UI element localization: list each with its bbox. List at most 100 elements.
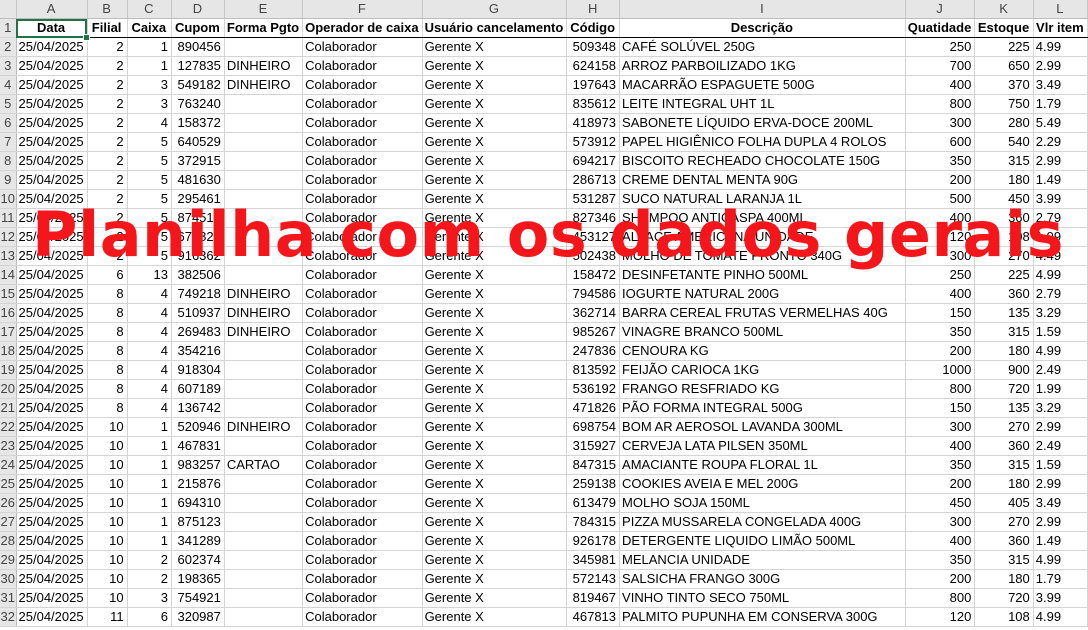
table-cell[interactable]: 4.99 — [1033, 37, 1088, 57]
table-cell[interactable]: 405 — [974, 493, 1034, 513]
row-header[interactable]: 5 — [0, 94, 17, 114]
table-cell[interactable]: Gerente X — [422, 607, 568, 627]
table-cell[interactable]: 4 — [127, 284, 172, 304]
table-cell[interactable]: 4 — [127, 341, 172, 361]
table-cell[interactable]: 400 — [905, 284, 976, 304]
row-header[interactable]: 25 — [0, 474, 17, 494]
table-cell[interactable]: 2 — [87, 75, 128, 95]
table-cell[interactable]: VINHO TINTO SECO 750ML — [619, 588, 906, 608]
table-cell[interactable]: 1000 — [905, 360, 976, 380]
row-header[interactable]: 27 — [0, 512, 17, 532]
table-cell[interactable]: Gerente X — [422, 455, 568, 475]
table-cell[interactable]: 25/04/2025 — [16, 436, 88, 456]
table-cell[interactable]: Gerente X — [422, 493, 568, 513]
table-cell[interactable]: Colaborador — [302, 569, 423, 589]
table-cell[interactable]: 25/04/2025 — [16, 189, 88, 209]
table-cell[interactable]: 918304 — [171, 360, 225, 380]
table-cell[interactable]: Gerente X — [422, 75, 568, 95]
table-cell[interactable]: 200 — [905, 341, 976, 361]
table-cell[interactable]: 400 — [905, 531, 976, 551]
table-cell[interactable] — [224, 246, 304, 266]
table-cell[interactable]: 1.49 — [1033, 531, 1088, 551]
table-cell[interactable]: 813592 — [566, 360, 621, 380]
table-cell[interactable]: 215876 — [171, 474, 225, 494]
table-cell[interactable]: 10 — [87, 512, 128, 532]
table-cell[interactable]: 1 — [127, 455, 172, 475]
table-cell[interactable]: Gerente X — [422, 189, 568, 209]
table-cell[interactable]: 2 — [87, 132, 128, 152]
table-cell[interactable]: 450 — [905, 493, 976, 513]
table-cell[interactable]: 150 — [905, 398, 976, 418]
table-cell[interactable]: 10 — [87, 474, 128, 494]
table-cell[interactable]: Gerente X — [422, 246, 568, 266]
table-cell[interactable]: 6 — [127, 607, 172, 627]
table-cell[interactable]: 400 — [905, 208, 976, 228]
table-cell[interactable]: Gerente X — [422, 208, 568, 228]
table-cell[interactable]: 300 — [905, 417, 976, 437]
table-cell[interactable]: 11 — [87, 607, 128, 627]
row-header[interactable]: 18 — [0, 341, 17, 361]
header-cell[interactable]: Filial — [87, 18, 128, 38]
table-cell[interactable]: BARRA CEREAL FRUTAS VERMELHAS 40G — [619, 303, 906, 323]
table-cell[interactable]: 135 — [974, 303, 1034, 323]
table-cell[interactable]: 4 — [127, 379, 172, 399]
table-cell[interactable]: 1.99 — [1033, 227, 1088, 247]
table-cell[interactable]: 120 — [905, 607, 976, 627]
row-header[interactable]: 31 — [0, 588, 17, 608]
table-cell[interactable]: 4 — [127, 303, 172, 323]
table-cell[interactable]: 5 — [127, 189, 172, 209]
table-cell[interactable]: 8 — [87, 322, 128, 342]
table-cell[interactable]: Colaborador — [302, 189, 423, 209]
table-cell[interactable]: 5 — [127, 227, 172, 247]
table-cell[interactable]: Gerente X — [422, 265, 568, 285]
table-cell[interactable]: 2 — [87, 113, 128, 133]
table-cell[interactable]: 25/04/2025 — [16, 569, 88, 589]
table-cell[interactable]: Gerente X — [422, 151, 568, 171]
table-cell[interactable]: 890456 — [171, 37, 225, 57]
table-cell[interactable]: 509348 — [566, 37, 621, 57]
table-cell[interactable]: Colaborador — [302, 37, 423, 57]
table-cell[interactable]: 360 — [974, 208, 1034, 228]
table-cell[interactable]: 300 — [905, 113, 976, 133]
table-cell[interactable]: 720 — [974, 588, 1034, 608]
table-cell[interactable]: 531287 — [566, 189, 621, 209]
table-cell[interactable]: 25/04/2025 — [16, 360, 88, 380]
table-cell[interactable]: 10 — [87, 550, 128, 570]
row-header[interactable]: 8 — [0, 151, 17, 171]
table-cell[interactable]: 8 — [87, 341, 128, 361]
table-cell[interactable]: 467813 — [566, 607, 621, 627]
table-cell[interactable] — [224, 360, 304, 380]
table-cell[interactable]: 280 — [974, 113, 1034, 133]
row-header[interactable]: 9 — [0, 170, 17, 190]
table-cell[interactable]: 2.99 — [1033, 417, 1088, 437]
table-cell[interactable]: 10 — [87, 455, 128, 475]
table-cell[interactable]: 350 — [905, 322, 976, 342]
row-header[interactable]: 17 — [0, 322, 17, 342]
table-cell[interactable]: 300 — [905, 246, 976, 266]
table-cell[interactable]: 754921 — [171, 588, 225, 608]
table-cell[interactable]: 2 — [127, 550, 172, 570]
table-cell[interactable]: 549182 — [171, 75, 225, 95]
table-cell[interactable]: 650 — [974, 56, 1034, 76]
table-cell[interactable]: FEIJÃO CARIOCA 1KG — [619, 360, 906, 380]
row-header[interactable]: 21 — [0, 398, 17, 418]
table-cell[interactable]: 25/04/2025 — [16, 56, 88, 76]
table-cell[interactable]: 158372 — [171, 113, 225, 133]
row-header[interactable]: 20 — [0, 379, 17, 399]
row-header[interactable]: 12 — [0, 227, 17, 247]
row-header[interactable]: 4 — [0, 75, 17, 95]
table-cell[interactable]: 1.59 — [1033, 322, 1088, 342]
table-cell[interactable]: 2 — [87, 56, 128, 76]
table-cell[interactable]: Gerente X — [422, 113, 568, 133]
row-header[interactable]: 13 — [0, 246, 17, 266]
table-cell[interactable]: 916362 — [171, 246, 225, 266]
table-cell[interactable]: 926178 — [566, 531, 621, 551]
table-cell[interactable]: 25/04/2025 — [16, 151, 88, 171]
table-cell[interactable] — [224, 398, 304, 418]
table-cell[interactable]: MOLHO DE TOMATE PRONTO 340G — [619, 246, 906, 266]
table-cell[interactable]: DESINFETANTE PINHO 500ML — [619, 265, 906, 285]
table-cell[interactable]: DETERGENTE LIQUIDO LIMÃO 500ML — [619, 531, 906, 551]
table-cell[interactable]: 10 — [87, 569, 128, 589]
table-cell[interactable]: Colaborador — [302, 113, 423, 133]
table-cell[interactable]: Gerente X — [422, 398, 568, 418]
